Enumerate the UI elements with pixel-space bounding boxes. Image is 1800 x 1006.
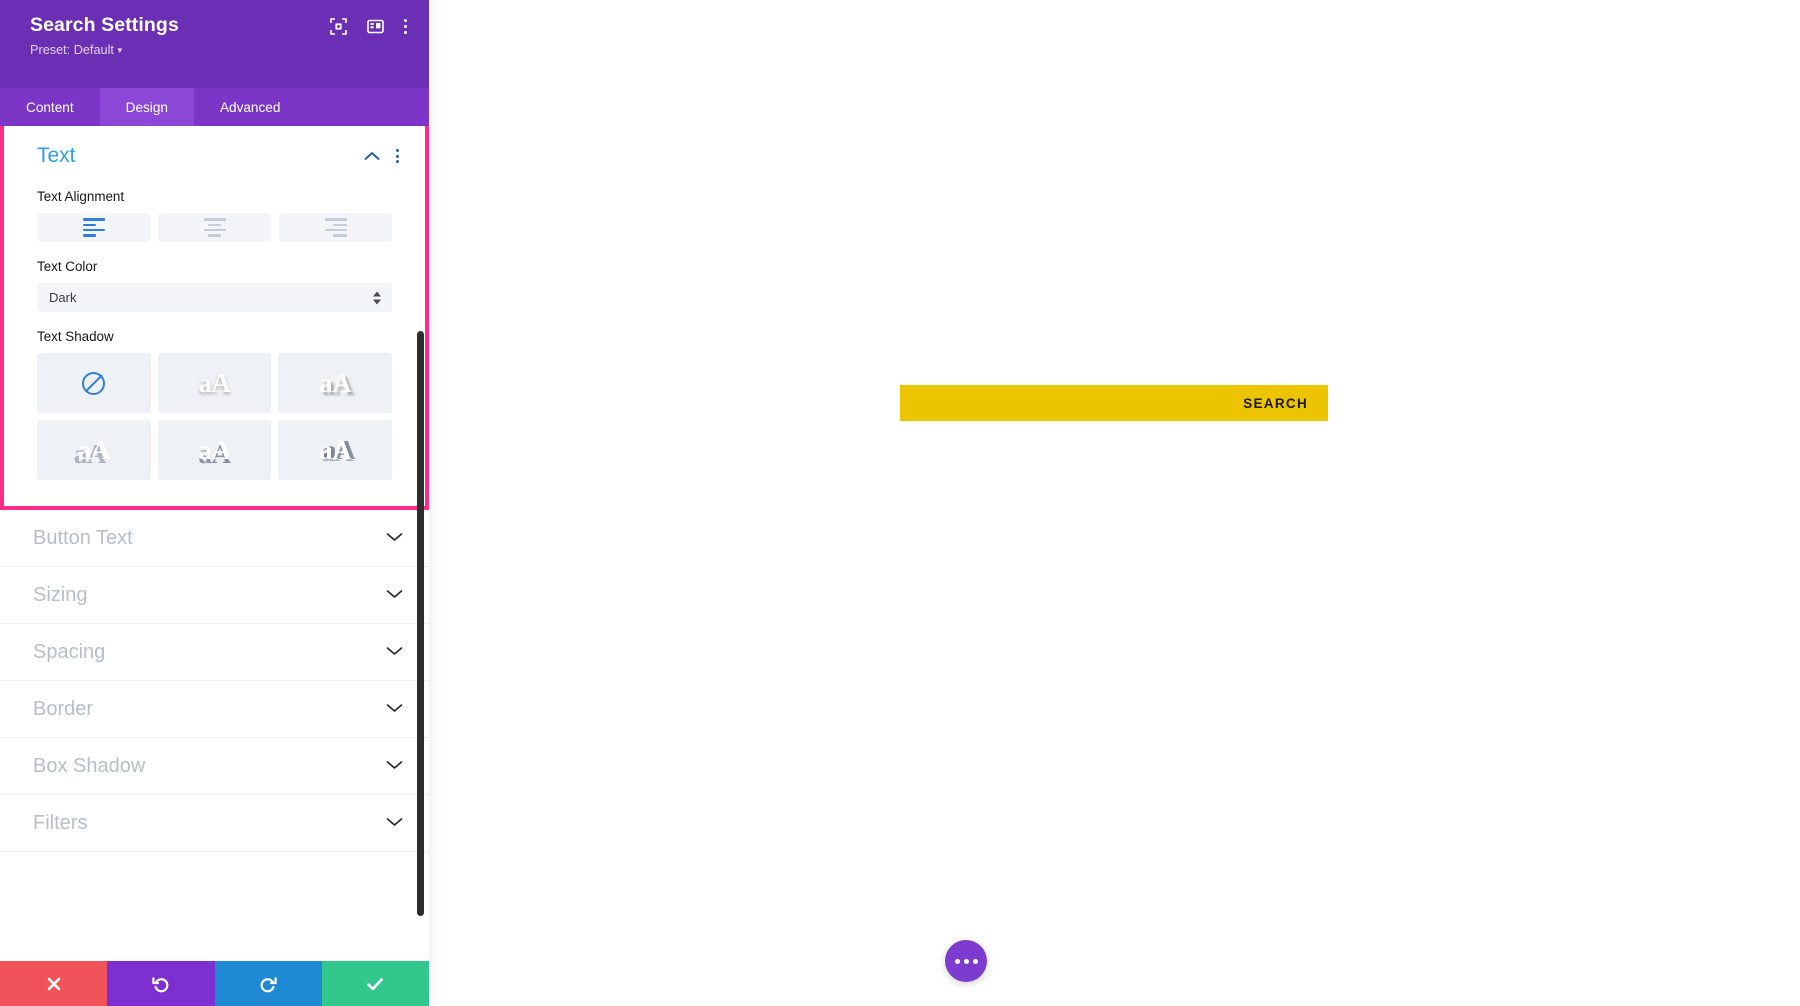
- tab-design[interactable]: Design: [99, 88, 194, 126]
- undo-button[interactable]: [107, 961, 215, 1006]
- settings-tabs: Content Design Advanced: [0, 88, 429, 126]
- undo-icon: [152, 976, 169, 992]
- section-filters[interactable]: Filters: [0, 795, 429, 852]
- field-text-shadow: Text Shadow aA aA aA aA aA: [4, 329, 425, 480]
- field-label: Text Shadow: [37, 329, 114, 344]
- cancel-button[interactable]: [0, 961, 108, 1006]
- section-sizing[interactable]: Sizing: [0, 567, 429, 624]
- ellipsis-icon-dot: [963, 958, 969, 964]
- tab-advanced[interactable]: Advanced: [194, 88, 306, 126]
- section-border[interactable]: Border: [0, 681, 429, 738]
- kebab-menu-icon[interactable]: [403, 18, 407, 35]
- section-button-text[interactable]: Button Text: [0, 510, 429, 567]
- field-label: Text Color: [37, 259, 98, 274]
- shadow-sample-text: aA: [77, 434, 111, 465]
- section-label: Sizing: [33, 583, 88, 606]
- text-shadow-preset-grid: aA aA aA aA aA: [37, 353, 392, 480]
- shadow-sample-text: aA: [319, 434, 352, 465]
- field-text-color: Text Color Dark: [4, 259, 425, 312]
- chevron-down-icon: [386, 700, 403, 718]
- section-label: Filters: [33, 811, 88, 834]
- text-shadow-preset-5[interactable]: aA: [278, 420, 392, 480]
- section-box-shadow[interactable]: Box Shadow: [0, 738, 429, 795]
- field-text-alignment: Text Alignment: [4, 189, 425, 242]
- page-canvas: SEARCH: [430, 0, 1800, 1006]
- section-label: Box Shadow: [33, 754, 146, 777]
- align-left-icon: [82, 218, 105, 237]
- settings-scroll-area[interactable]: Text Text Alignment Text Color Dark Text…: [0, 126, 429, 961]
- section-spacing[interactable]: Spacing: [0, 624, 429, 681]
- chevron-down-icon: [386, 643, 403, 661]
- shadow-sample-text: aA: [198, 434, 231, 465]
- ellipsis-icon-dot: [954, 958, 960, 964]
- shadow-sample-text: aA: [319, 367, 352, 398]
- align-center-button[interactable]: [158, 213, 271, 242]
- align-center-icon: [203, 218, 226, 237]
- chevron-down-icon: [386, 586, 403, 604]
- layout-columns-icon[interactable]: [367, 18, 384, 35]
- align-right-button[interactable]: [279, 213, 392, 242]
- search-input[interactable]: [900, 385, 1229, 421]
- section-text: Text Text Alignment Text Color Dark Text…: [0, 126, 429, 510]
- search-button[interactable]: SEARCH: [1229, 385, 1328, 421]
- settings-panel: Search Settings Preset: Default ▼ Conten…: [0, 0, 429, 1006]
- preset-selector[interactable]: Preset: Default ▼: [30, 43, 407, 57]
- panel-header-actions: [330, 18, 407, 35]
- chevron-down-icon: ▼: [115, 46, 124, 56]
- chevron-up-icon[interactable]: [364, 151, 380, 161]
- alignment-button-group: [37, 213, 392, 242]
- preset-label: Preset: Default: [30, 43, 114, 58]
- text-shadow-preset-1[interactable]: aA: [157, 353, 272, 413]
- save-button[interactable]: [321, 961, 429, 1006]
- more-options-fab[interactable]: [945, 940, 987, 982]
- focus-frame-icon[interactable]: [330, 18, 347, 35]
- section-kebab-menu-icon[interactable]: [396, 149, 399, 163]
- chevron-down-icon: [386, 814, 403, 832]
- redo-button[interactable]: [214, 961, 322, 1006]
- section-text-header[interactable]: Text: [4, 126, 425, 172]
- text-shadow-preset-4[interactable]: aA: [157, 420, 272, 480]
- chevron-down-icon: [386, 757, 403, 775]
- no-shadow-icon: [82, 371, 106, 395]
- align-left-button[interactable]: [37, 213, 150, 242]
- section-label: Border: [33, 697, 94, 720]
- panel-footer: [0, 961, 429, 1006]
- shadow-sample-text: aA: [198, 367, 231, 398]
- check-icon: [367, 977, 384, 990]
- panel-scrollbar-thumb[interactable]: [417, 331, 424, 916]
- panel-header: Search Settings Preset: Default ▼: [0, 0, 429, 88]
- text-shadow-preset-2[interactable]: aA: [278, 353, 392, 413]
- section-label: Spacing: [33, 640, 106, 663]
- redo-icon: [260, 976, 277, 992]
- ellipsis-icon-dot: [972, 958, 978, 964]
- app-root: SEARCH Search Settings Preset: Default▼: [0, 0, 1800, 1006]
- tab-content[interactable]: Content: [0, 88, 100, 126]
- close-icon: [47, 977, 60, 990]
- text-shadow-preset-3[interactable]: aA: [37, 420, 151, 480]
- field-label: Text Alignment: [37, 189, 125, 204]
- section-label: Button Text: [33, 526, 133, 549]
- section-title: Text: [37, 144, 76, 167]
- text-shadow-preset-none[interactable]: [37, 353, 151, 413]
- align-right-icon: [324, 218, 347, 237]
- search-module[interactable]: SEARCH: [900, 385, 1328, 421]
- text-color-select[interactable]: Dark: [37, 283, 392, 312]
- chevron-down-icon: [386, 529, 403, 547]
- panel-scrollbar-track[interactable]: [417, 126, 424, 961]
